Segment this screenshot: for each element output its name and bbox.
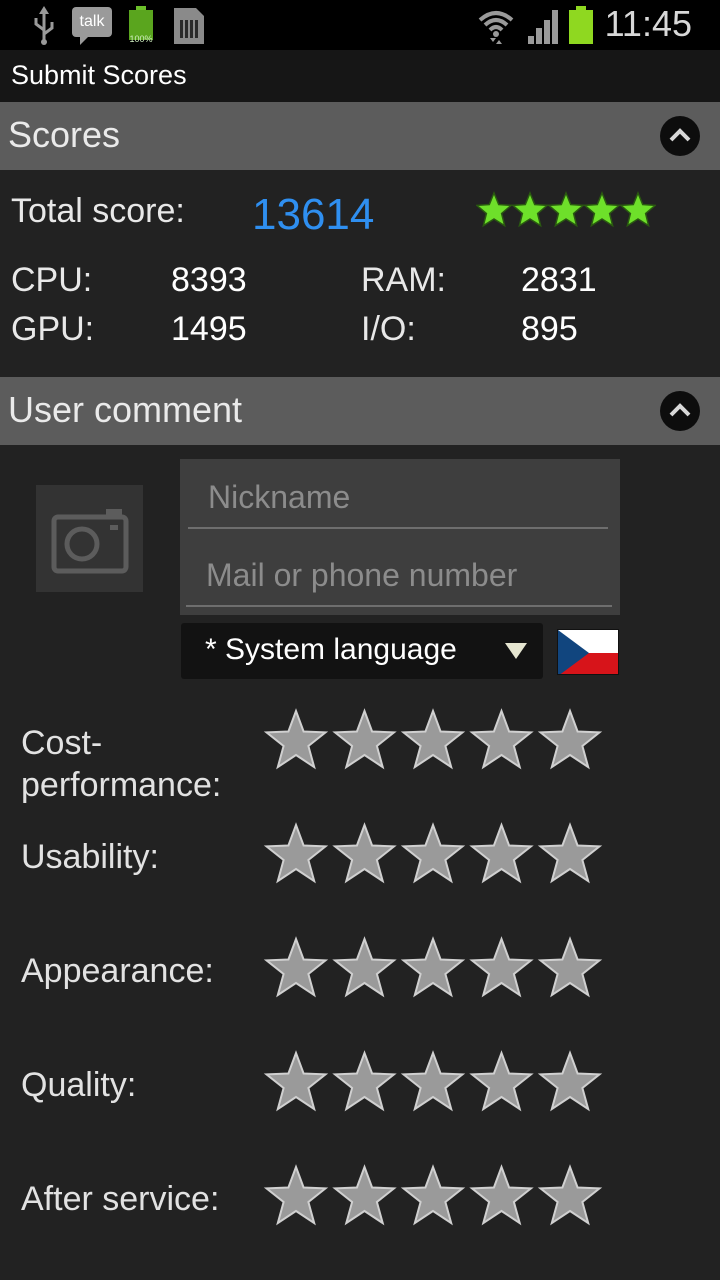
rating-star-icon[interactable] <box>469 936 534 998</box>
gpu-label: GPU: <box>11 310 95 348</box>
status-clock: 11:45 <box>604 3 692 44</box>
rating-stars-usability[interactable] <box>262 822 604 886</box>
total-score-label: Total score: <box>11 192 185 230</box>
cpu-value: 8393 <box>171 261 247 299</box>
io-label: I/O: <box>361 310 416 348</box>
status-bar: talk 100% 11:45 <box>0 0 720 50</box>
rating-label-appearance: Appearance: <box>21 950 214 992</box>
rating-star-icon[interactable] <box>263 936 329 998</box>
rating-label-line: Usability: <box>21 838 159 876</box>
rating-label-line: performance: <box>21 766 222 804</box>
usb-icon <box>34 6 54 45</box>
rating-star-icon[interactable] <box>400 1164 466 1226</box>
signal-icon <box>528 10 558 44</box>
camera-icon <box>51 509 129 574</box>
green-star-icon <box>511 191 549 228</box>
rating-star-icon[interactable] <box>263 822 329 884</box>
rating-star-icon[interactable] <box>332 1050 397 1112</box>
collapse-scores-button[interactable] <box>660 116 700 156</box>
language-select[interactable]: * System language <box>181 623 543 679</box>
rating-star-icon[interactable] <box>469 708 534 770</box>
rating-star-icon[interactable] <box>537 936 603 998</box>
rating-star-icon[interactable] <box>263 1050 329 1112</box>
scores-section-title: Scores <box>8 114 121 155</box>
page-title: Submit Scores <box>11 60 187 90</box>
user-input-panel <box>180 459 620 615</box>
rating-star-icon[interactable] <box>332 822 397 884</box>
czech-flag-icon[interactable] <box>557 629 619 675</box>
rating-star-icon[interactable] <box>400 822 466 884</box>
ram-value: 2831 <box>521 261 597 299</box>
user-comment-section-title: User comment <box>8 389 243 430</box>
rating-star-icon[interactable] <box>332 936 397 998</box>
rating-star-icon[interactable] <box>469 1050 534 1112</box>
rating-label-cost-performance: Cost- performance: <box>21 722 221 806</box>
rating-label-line: Cost- <box>21 724 103 762</box>
rating-label-line: Appearance: <box>21 952 214 990</box>
rating-label-after-service: After service: <box>21 1178 219 1220</box>
sim-card-icon <box>174 8 204 44</box>
green-star-icon <box>619 191 656 228</box>
collapse-comment-button[interactable] <box>660 391 700 431</box>
rating-star-icon[interactable] <box>263 1164 329 1226</box>
chevron-up-icon <box>669 403 691 417</box>
rating-label-line: After service: <box>21 1180 220 1218</box>
rating-star-icon[interactable] <box>400 1050 466 1112</box>
talk-icon: talk <box>72 7 112 45</box>
rating-star-icon[interactable] <box>537 1164 603 1226</box>
chevron-up-icon <box>669 128 691 142</box>
nickname-input[interactable] <box>188 467 608 529</box>
language-select-value: * System language <box>205 633 457 666</box>
rating-star-icon[interactable] <box>332 1164 397 1226</box>
total-score-value: 13614 <box>252 190 375 239</box>
wifi-icon <box>478 11 514 44</box>
rating-star-icon[interactable] <box>469 1164 534 1226</box>
rating-label-line: Quality: <box>21 1066 137 1104</box>
rating-star-icon[interactable] <box>263 708 329 770</box>
rating-star-icon[interactable] <box>332 708 397 770</box>
total-rating-stars <box>476 191 656 228</box>
io-value: 895 <box>521 310 578 348</box>
rating-stars-quality[interactable] <box>262 1050 604 1114</box>
rating-star-icon[interactable] <box>537 1050 603 1112</box>
rating-star-icon[interactable] <box>400 936 466 998</box>
gpu-value: 1495 <box>171 310 247 348</box>
title-bar: Submit Scores <box>0 50 720 102</box>
green-star-icon <box>547 191 585 228</box>
green-star-icon <box>583 191 621 228</box>
battery-icon <box>569 6 593 44</box>
rating-label-usability: Usability: <box>21 836 159 878</box>
rating-stars-appearance[interactable] <box>262 936 604 1000</box>
photo-button[interactable] <box>36 485 143 592</box>
contact-input[interactable] <box>186 545 612 607</box>
rating-star-icon[interactable] <box>469 822 534 884</box>
green-star-icon <box>476 191 513 228</box>
battery-percent-label: 100% <box>129 34 152 44</box>
scores-section-header[interactable]: Scores <box>0 102 720 170</box>
rating-stars-cost-performance[interactable] <box>262 708 604 772</box>
rating-star-icon[interactable] <box>537 822 603 884</box>
rating-label-quality: Quality: <box>21 1064 136 1106</box>
battery-full-icon: 100% <box>129 6 153 44</box>
rating-stars-after-service[interactable] <box>262 1164 604 1228</box>
cpu-label: CPU: <box>11 261 93 299</box>
ram-label: RAM: <box>361 261 446 299</box>
rating-star-icon[interactable] <box>400 708 466 770</box>
user-comment-section-header[interactable]: User comment <box>0 377 720 445</box>
dropdown-arrow-icon <box>505 643 527 659</box>
rating-star-icon[interactable] <box>537 708 603 770</box>
